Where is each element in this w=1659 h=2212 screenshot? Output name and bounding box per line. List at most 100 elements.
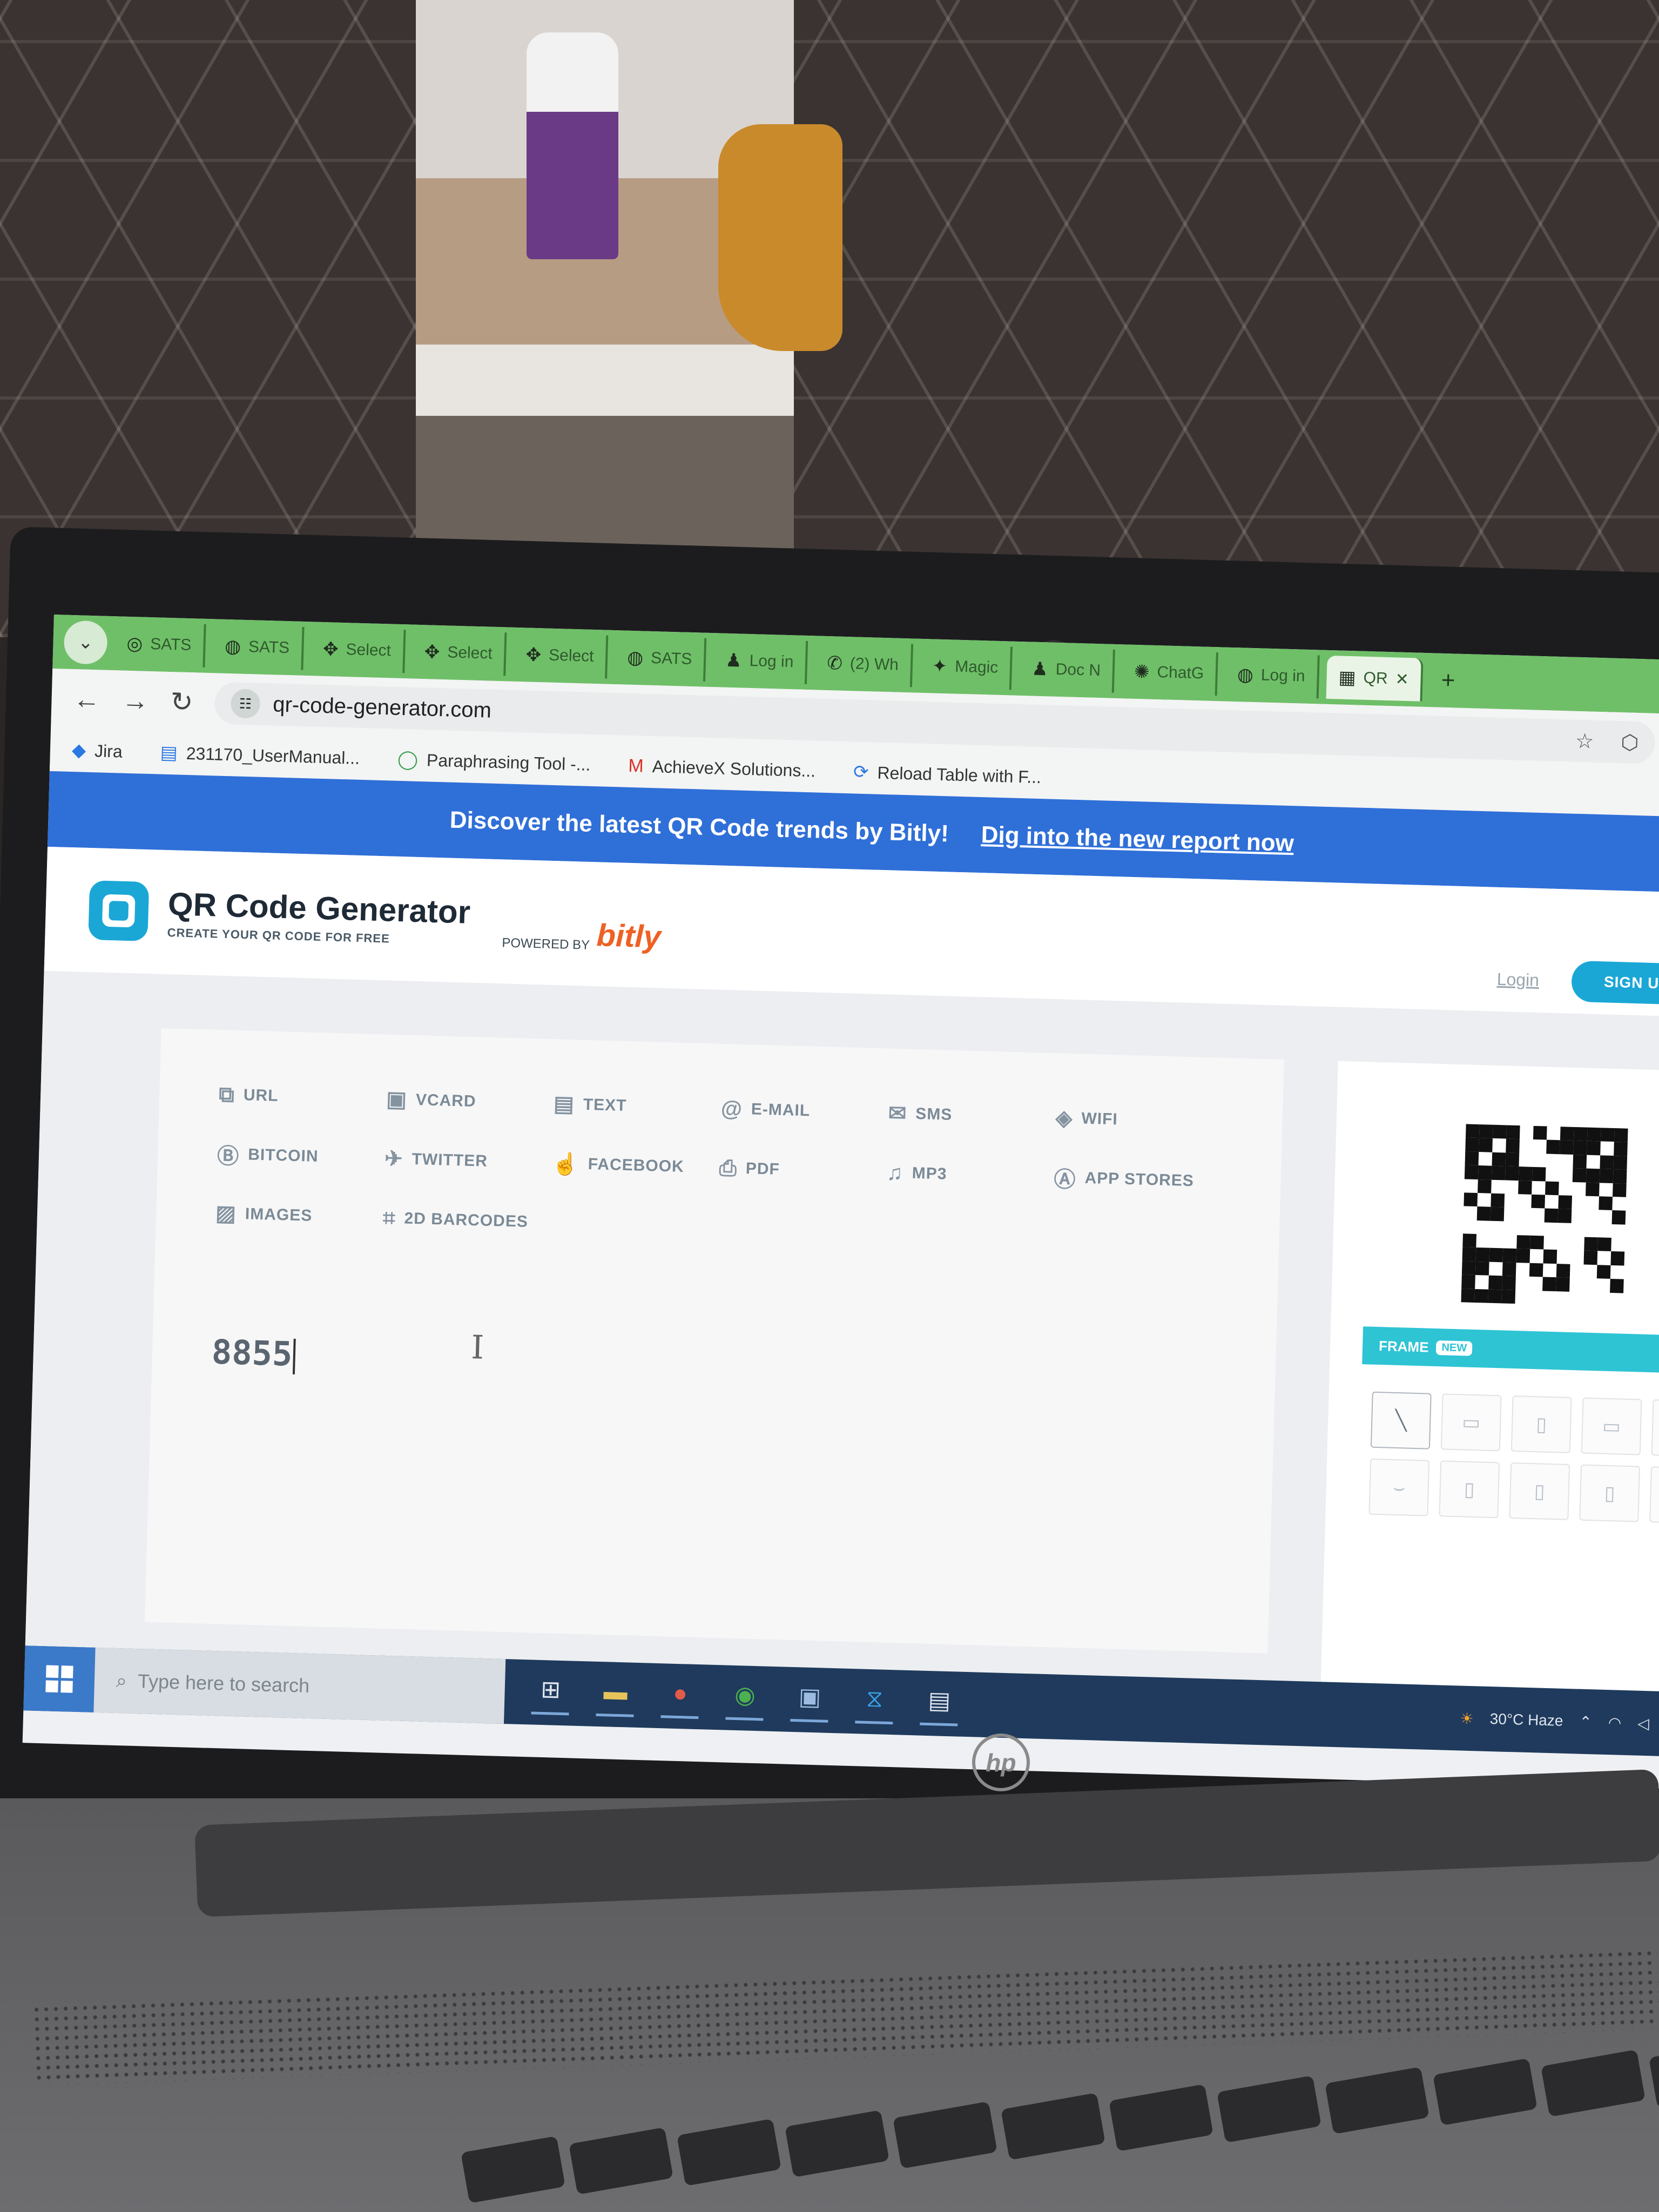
bookmark-paraphrasing[interactable]: ◯ Paraphrasing Tool -... (397, 748, 591, 775)
qr-type-bitcoin[interactable]: Ⓑ BITCOIN (217, 1143, 385, 1170)
qr-module (1583, 1278, 1597, 1292)
qr-module (1610, 1279, 1624, 1293)
qr-module (1573, 1154, 1587, 1169)
qr-type-pdf[interactable]: ⎙ PDF (719, 1156, 887, 1184)
back-arrow-icon[interactable]: ← (73, 683, 101, 715)
signup-button[interactable]: SIGN UP (1570, 960, 1659, 1006)
qr-module (1476, 1220, 1491, 1235)
browser-tab[interactable]: ✺ ChatG (1121, 650, 1219, 696)
bitcoin-icon: Ⓑ (217, 1144, 240, 1169)
qr-module (1584, 1237, 1598, 1251)
qr-module (1465, 1124, 1480, 1138)
app-icon[interactable]: ● (660, 1674, 700, 1719)
qr-type-2d-barcodes[interactable]: ⌗ 2D BARCODES (382, 1206, 550, 1233)
bookmark-achievex[interactable]: M AchieveX Solutions... (628, 755, 816, 781)
browser-tab[interactable]: ✥ Select (310, 627, 406, 673)
qr-module (1531, 1208, 1545, 1222)
star-icon[interactable]: ☆ (1575, 729, 1594, 753)
browser-tab[interactable]: ◍ SATS (615, 636, 707, 682)
qr-module (1570, 1250, 1584, 1264)
extensions-icon[interactable]: ⬡ (1621, 730, 1639, 755)
qr-code-preview (1461, 1124, 1628, 1306)
bookmark-reload-table[interactable]: ⟳ Reload Table with F... (853, 761, 1042, 788)
login-link[interactable]: Login (1496, 969, 1539, 990)
volume-icon[interactable]: ◁ (1637, 1714, 1649, 1732)
frame-section-header[interactable]: FRAME NEW ⌃ (1362, 1326, 1659, 1375)
vscode-icon[interactable]: ⧖ (855, 1679, 894, 1724)
qr-type-text[interactable]: ▤ TEXT (553, 1092, 721, 1120)
frame-option[interactable]: ⌣ (1368, 1458, 1430, 1516)
browser-tab[interactable]: ◍ Log in (1225, 652, 1320, 699)
qr-module (1614, 1142, 1628, 1156)
banner-link[interactable]: Dig into the new report now (981, 821, 1294, 857)
reload-icon[interactable]: ↻ (170, 686, 194, 718)
bird-icon: ✈ (384, 1147, 404, 1171)
content-input[interactable]: 8855 (211, 1332, 296, 1374)
browser-tab[interactable]: ♟ Log in (713, 638, 808, 684)
qr-type-mp3[interactable]: ♫ MP3 (886, 1161, 1054, 1188)
start-button[interactable] (23, 1645, 96, 1712)
frame-option[interactable]: ▭ (1440, 1393, 1502, 1452)
qr-module (1489, 1235, 1503, 1249)
qr-type-url[interactable]: ⧉ URL (219, 1082, 387, 1110)
frame-option-none[interactable]: ╲ (1370, 1391, 1432, 1449)
tab-search-button[interactable]: ⌄ (63, 620, 108, 665)
qr-module (1478, 1165, 1492, 1180)
qr-module (1491, 1193, 1505, 1208)
weather-text[interactable]: 30°C Haze (1489, 1710, 1563, 1730)
qr-type-app-stores[interactable]: Ⓐ APP STORES (1054, 1166, 1222, 1193)
qr-module (1492, 1152, 1506, 1166)
qr-module (1572, 1209, 1586, 1223)
frame-option[interactable]: ▭ (1581, 1397, 1642, 1455)
qr-type-twitter[interactable]: ✈ TWITTER (384, 1147, 552, 1174)
chrome-icon[interactable]: ◉ (725, 1676, 765, 1721)
tray-chevron-icon[interactable]: ⌃ (1579, 1712, 1592, 1731)
close-tab-icon[interactable]: ✕ (1395, 670, 1409, 689)
qr-logo-icon[interactable] (88, 880, 150, 942)
frame-option[interactable]: ▯ (1510, 1395, 1572, 1454)
bookmark-jira[interactable]: ◆ Jira (71, 739, 123, 763)
qr-type-sms[interactable]: ✉ SMS (888, 1102, 1056, 1129)
notes-icon[interactable]: ▤ (920, 1681, 959, 1727)
keyboard-key (1433, 2058, 1537, 2126)
windows-logo-icon (45, 1665, 73, 1693)
qr-module (1600, 1128, 1615, 1142)
browser-tab[interactable]: ✆ (2) Wh (814, 641, 913, 687)
task-view-icon[interactable]: ⊞ (531, 1670, 570, 1715)
qr-module (1545, 1195, 1559, 1209)
qr-module (1516, 1263, 1530, 1277)
browser-tab[interactable]: ◍ SATS (212, 624, 305, 670)
frame-option[interactable]: ▯ (1579, 1464, 1641, 1522)
frame-option[interactable]: ▯ (1509, 1462, 1570, 1520)
chat-icon: ✺ (1134, 661, 1150, 683)
bookmark-user-manual[interactable]: ▤ 231170_UserManual... (160, 742, 360, 769)
qr-type-e-mail[interactable]: @ E-MAIL (720, 1096, 888, 1124)
url-text: qr-code-generator.com (272, 692, 492, 723)
at-icon: @ (720, 1096, 743, 1121)
browser-tab[interactable]: ✦ Magic (919, 644, 1013, 690)
taskbar-search[interactable]: ⌕ Type here to search (93, 1647, 506, 1724)
browser-tab[interactable]: ◎ SATS (114, 622, 206, 667)
bitly-logo[interactable]: bitly (596, 917, 662, 955)
photos-icon[interactable]: ▣ (790, 1677, 830, 1723)
browser-tab[interactable]: ♟ Doc N (1019, 646, 1116, 693)
qr-type-vcard[interactable]: ▣ VCARD (386, 1088, 554, 1115)
new-tab-button[interactable]: + (1430, 666, 1466, 694)
frame-option[interactable]: ▯ (1439, 1460, 1500, 1519)
site-info-icon[interactable]: ☷ (230, 689, 261, 719)
frame-option[interactable]: ▭ (1651, 1399, 1659, 1458)
qr-module (1492, 1138, 1506, 1152)
forward-arrow-icon[interactable]: → (122, 685, 150, 717)
file-explorer-icon[interactable]: ▬ (596, 1672, 635, 1717)
browser-tab-active[interactable]: ▦ QR ✕ (1326, 655, 1424, 702)
qr-type-images[interactable]: ▨ IMAGES (215, 1202, 383, 1229)
frame-option[interactable]: ▬ (1649, 1466, 1659, 1525)
qr-module (1544, 1222, 1558, 1236)
qr-module (1476, 1234, 1490, 1248)
browser-tab[interactable]: ✥ Select (412, 630, 507, 676)
network-icon[interactable]: ◠ (1608, 1714, 1621, 1732)
qr-type-facebook[interactable]: ☝ FACEBOOK (551, 1152, 719, 1179)
browser-tab[interactable]: ✥ Select (513, 632, 609, 679)
qr-type-wifi[interactable]: ◈ WIFI (1055, 1106, 1223, 1134)
logo[interactable]: QR Code Generator CREATE YOUR QR CODE FO… (167, 885, 471, 948)
